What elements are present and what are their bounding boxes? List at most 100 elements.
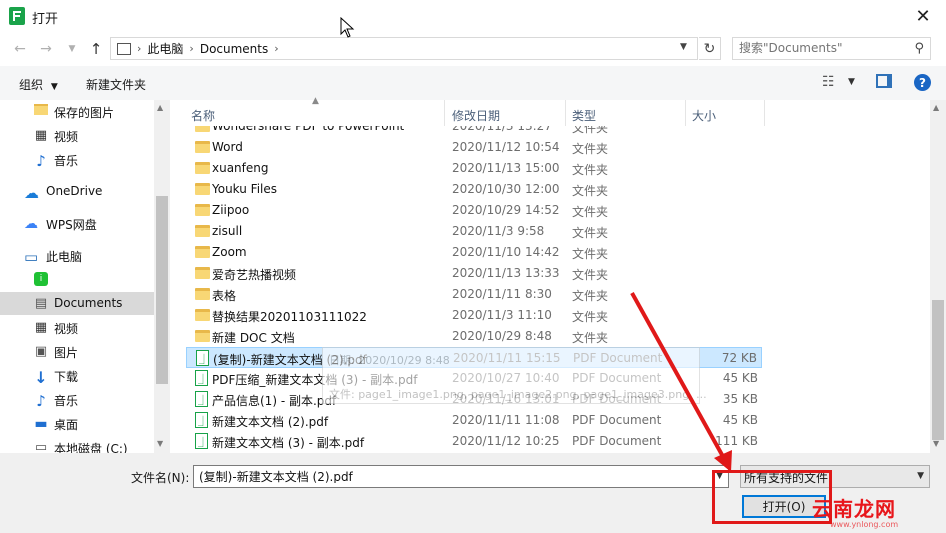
view-dropdown-icon[interactable]: ▼: [848, 77, 855, 87]
file-name: xuanfeng: [212, 161, 269, 175]
sidebar-item[interactable]: ☁ OneDrive: [0, 180, 154, 203]
organize-button[interactable]: 组织 ▼: [19, 76, 58, 93]
pdf-file-icon: [195, 391, 208, 407]
filename-input[interactable]: [199, 469, 699, 483]
back-button[interactable]: ←: [10, 40, 30, 58]
help-icon[interactable]: ?: [914, 74, 931, 91]
title-bar: 打开 ✕: [0, 0, 946, 32]
folder-icon: [195, 330, 210, 342]
download-icon: ↓: [34, 368, 48, 387]
file-name: 新建 DOC 文档: [212, 331, 295, 345]
forward-button[interactable]: →: [36, 40, 56, 58]
filename-label: 文件名(N):: [131, 471, 190, 485]
column-divider[interactable]: [685, 100, 686, 126]
file-date: 2020/11/12 10:25: [452, 434, 560, 448]
scroll-up-icon[interactable]: ▲: [933, 103, 939, 112]
file-name: Word: [212, 140, 243, 154]
file-row[interactable]: 新建文本文档 (2).pdf 2020/11/11 11:08 PDF Docume…: [186, 410, 762, 431]
file-row[interactable]: zisull 2020/11/3 9:58 文件夹: [186, 221, 762, 242]
sidebar-item-label: 视频: [54, 130, 79, 144]
scroll-down-icon[interactable]: ▼: [933, 439, 939, 448]
search-input[interactable]: [739, 41, 909, 55]
file-type: 文件夹: [572, 142, 609, 156]
file-row[interactable]: xuanfeng 2020/11/13 15:00 文件夹: [186, 158, 762, 179]
file-row[interactable]: 新建文本文档 (3) - 副本.pdf 2020/11/12 10:25 PDF D…: [186, 431, 762, 452]
wps-cloud-icon: ☁: [24, 216, 38, 232]
scroll-down-icon[interactable]: ▼: [157, 439, 163, 448]
file-row[interactable]: Zoom 2020/11/10 14:42 文件夹: [186, 242, 762, 263]
address-row: ← → ▼ ↑ › 此电脑 › Documents › ▼ ↻ ⚲: [0, 32, 946, 66]
file-row[interactable]: Ziipoo 2020/10/29 14:52 文件夹: [186, 200, 762, 221]
folder-icon: [195, 288, 210, 300]
watermark-logo: 云南龙网: [812, 497, 896, 521]
sidebar-item[interactable]: ♪ 音乐: [0, 388, 154, 411]
sidebar-item[interactable]: ▬ 桌面: [0, 412, 154, 435]
file-type: 文件夹: [572, 184, 609, 198]
file-row[interactable]: 新建 DOC 文档 2020/10/29 8:48 文件夹: [186, 326, 762, 347]
sidebar-item[interactable]: ☁ WPS网盘: [0, 212, 154, 235]
arrow-right-icon: →: [40, 41, 52, 57]
sidebar-item-label: 图片: [54, 346, 79, 360]
sidebar-item[interactable]: ♪ 音乐: [0, 148, 154, 171]
breadcrumb-documents[interactable]: Documents: [200, 42, 268, 56]
view-options-icon[interactable]: ☷: [822, 74, 835, 90]
file-date: 2020/11/12 10:54: [452, 140, 560, 154]
iqiyi-icon: i: [34, 272, 48, 286]
breadcrumb-separator-icon: ›: [274, 42, 279, 55]
file-list-scroll-thumb[interactable]: [932, 300, 944, 440]
column-header-date[interactable]: 修改日期: [452, 107, 500, 124]
close-button[interactable]: ✕: [905, 2, 941, 30]
watermark-url: www.ynlong.com: [830, 520, 899, 529]
preview-pane-icon[interactable]: [876, 74, 892, 88]
column-divider[interactable]: [565, 100, 566, 126]
file-type: 文件夹: [572, 205, 609, 219]
column-divider[interactable]: [444, 100, 445, 126]
file-date: 2020/11/13 13:33: [452, 266, 560, 280]
sidebar-item[interactable]: i: [0, 268, 154, 291]
music-icon: ♪: [36, 152, 46, 170]
file-name: Ziipoo: [212, 203, 250, 217]
file-type: PDF Document: [572, 434, 662, 448]
file-row[interactable]: 表格 2020/11/11 8:30 文件夹: [186, 284, 762, 305]
file-row[interactable]: Wondershare PDF to PowerPoint 2020/11/3 1…: [186, 126, 762, 137]
folder-icon: [195, 162, 210, 174]
recent-locations-button[interactable]: ▼: [62, 40, 82, 58]
scroll-up-icon[interactable]: ▲: [157, 103, 163, 112]
file-size: 72 KB: [721, 351, 757, 365]
address-bar[interactable]: › 此电脑 › Documents ›: [110, 37, 698, 60]
address-dropdown-icon[interactable]: ▼: [680, 42, 687, 52]
file-row[interactable]: 爱奇艺热播视频 2020/11/13 13:33 文件夹: [186, 263, 762, 284]
refresh-button[interactable]: ↻: [699, 37, 721, 60]
sidebar-item[interactable]: ▭ 本地磁盘 (C:): [0, 436, 154, 453]
sidebar-item-label: 本地磁盘 (C:): [54, 442, 128, 453]
up-button[interactable]: ↑: [86, 40, 106, 58]
sidebar-item[interactable]: 保存的图片: [0, 100, 154, 123]
column-divider[interactable]: [764, 100, 765, 126]
file-name: Youku Files: [212, 182, 278, 196]
breadcrumb-this-pc[interactable]: 此电脑: [147, 40, 183, 57]
file-name: 产品信息(1) - 副本.pdf: [212, 394, 337, 408]
sidebar-scroll-thumb[interactable]: [156, 196, 168, 384]
sidebar-item[interactable]: ▤ Documents: [0, 292, 154, 315]
search-icon: ⚲: [914, 41, 924, 56]
folder-icon: [195, 183, 210, 195]
file-row[interactable]: 替换结果20201103111022 2020/11/3 11:10 文件夹: [186, 305, 762, 326]
search-box[interactable]: ⚲: [732, 37, 931, 60]
desktop-icon: ▬: [34, 416, 48, 432]
file-name: Zoom: [212, 245, 247, 259]
file-row[interactable]: Word 2020/11/12 10:54 文件夹: [186, 137, 762, 158]
sidebar-item[interactable]: ▦ 视频: [0, 316, 154, 339]
column-header-name[interactable]: 名称: [191, 107, 215, 124]
pdf-file-icon: [196, 350, 209, 366]
file-type: 文件夹: [572, 126, 609, 135]
sidebar-item[interactable]: ▭ 此电脑: [0, 244, 154, 267]
music-icon: ♪: [36, 392, 46, 410]
sidebar-item[interactable]: ↓ 下载: [0, 364, 154, 387]
sidebar-item[interactable]: ▣ 图片: [0, 340, 154, 363]
filename-combobox[interactable]: ▼: [193, 465, 729, 488]
sidebar-item[interactable]: ▦ 视频: [0, 124, 154, 147]
new-folder-button[interactable]: 新建文件夹: [86, 76, 146, 93]
file-row[interactable]: Youku Files 2020/10/30 12:00 文件夹: [186, 179, 762, 200]
column-header-size[interactable]: 大小: [692, 107, 716, 124]
column-header-type[interactable]: 类型: [572, 107, 596, 124]
